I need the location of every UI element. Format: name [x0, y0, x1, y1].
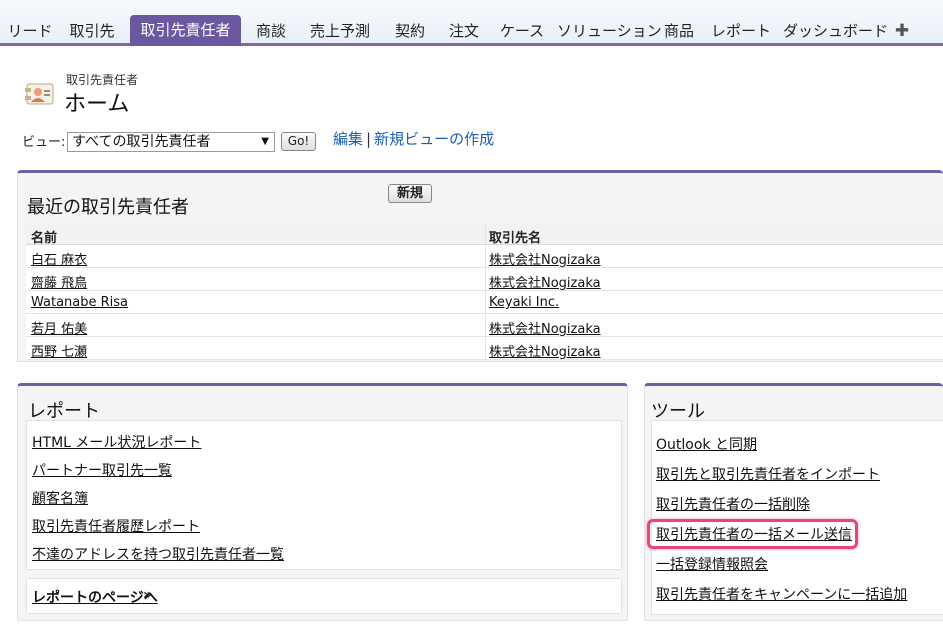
contact-name-link[interactable]: 若月 佑美 [31, 318, 87, 337]
table-row: 白石 麻衣 株式会社Nogizaka [26, 245, 943, 268]
contact-name-link[interactable]: 齋藤 飛鳥 [31, 272, 87, 291]
tool-link-outlook-sync[interactable]: Outlook と同期 [656, 434, 757, 454]
tab-products[interactable]: 商品 [659, 16, 699, 46]
recent-contacts-title: 最近の取引先責任者 [27, 197, 189, 218]
report-link-contact-history[interactable]: 取引先責任者履歴レポート [32, 516, 200, 536]
tool-link-add-to-campaign[interactable]: 取引先責任者をキャンペーンに一括追加 [656, 584, 907, 604]
new-view-link[interactable]: 新規ビューの作成 [374, 130, 494, 148]
table-header: 名前 取引先名 [26, 223, 943, 246]
account-name-link[interactable]: 株式会社Nogizaka [489, 272, 601, 291]
tab-leads[interactable]: リード [4, 16, 56, 46]
contacts-card-icon [25, 83, 54, 105]
account-name-link[interactable]: 株式会社Nogizaka [489, 318, 601, 337]
view-select[interactable]: すべての取引先責任者 ▼ [67, 132, 275, 152]
tab-forecasts[interactable]: 売上予測 [301, 16, 379, 46]
edit-view-link[interactable]: 編集 [333, 130, 363, 148]
tab-bar: リード 取引先 取引先責任者 商談 売上予測 契約 注文 ケース ソリューション… [0, 0, 943, 46]
tool-link-mass-delete[interactable]: 取引先責任者の一括削除 [656, 494, 810, 514]
account-name-link[interactable]: 株式会社Nogizaka [489, 341, 601, 360]
report-link-bounced-contacts[interactable]: 不達のアドレスを持つ取引先責任者一覧 [32, 544, 284, 564]
recent-contacts-table: 名前 取引先名 白石 麻衣 株式会社Nogizaka 齋藤 飛鳥 株式会社Nog… [26, 223, 943, 360]
report-link-partner-accounts[interactable]: パートナー取引先一覧 [32, 460, 172, 480]
view-links: 編集 | 新規ビューの作成 [333, 128, 494, 149]
dropdown-arrow-icon: ▼ [261, 136, 269, 147]
table-row: Watanabe Risa Keyaki Inc. [26, 291, 943, 314]
view-select-value: すべての取引先責任者 [72, 134, 211, 150]
tab-solutions[interactable]: ソリューション [557, 16, 662, 46]
tab-dashboards[interactable]: ダッシュボード [783, 16, 888, 46]
contact-name-link[interactable]: 西野 七瀬 [31, 341, 87, 360]
tool-link-bulk-registration-lookup[interactable]: 一括登録情報照会 [656, 554, 768, 574]
table-row: 若月 佑美 株式会社Nogizaka [26, 314, 943, 337]
view-label: ビュー: [22, 135, 66, 150]
column-header-account: 取引先名 [489, 231, 542, 246]
tool-link-import[interactable]: 取引先と取引先責任者をインポート [656, 464, 880, 484]
tab-contracts[interactable]: 契約 [387, 16, 433, 46]
column-header-name: 名前 [31, 231, 58, 246]
report-link-customer-roster[interactable]: 顧客名簿 [32, 488, 88, 508]
account-name-link[interactable]: Keyaki Inc. [489, 295, 559, 310]
mass-email-highlight [647, 519, 858, 549]
add-tab-icon[interactable]: ✚ [891, 16, 913, 46]
table-row: 西野 七瀬 株式会社Nogizaka [26, 337, 943, 360]
go-to-reports-link[interactable]: レポートのページへ [32, 587, 158, 607]
account-name-link[interactable]: 株式会社Nogizaka [489, 249, 601, 268]
tab-accounts[interactable]: 取引先 [62, 16, 122, 46]
contact-name-link[interactable]: Watanabe Risa [31, 295, 128, 310]
double-chevron-right-icon: » [143, 587, 153, 603]
link-separator: | [366, 130, 372, 148]
tab-orders[interactable]: 注文 [441, 16, 487, 46]
new-contact-button[interactable]: 新規 [388, 184, 432, 203]
report-link-html-email-status[interactable]: HTML メール状況レポート [32, 432, 201, 452]
contact-name-link[interactable]: 白石 麻衣 [31, 249, 87, 268]
tab-opportunities[interactable]: 商談 [249, 16, 293, 46]
page-title: ホーム [64, 92, 130, 117]
go-button[interactable]: Go! [281, 132, 316, 151]
tab-contacts[interactable]: 取引先責任者 [130, 15, 241, 46]
tab-reports[interactable]: レポート [707, 16, 775, 46]
tab-cases[interactable]: ケース [495, 16, 549, 46]
table-row: 齋藤 飛鳥 株式会社Nogizaka [26, 268, 943, 291]
